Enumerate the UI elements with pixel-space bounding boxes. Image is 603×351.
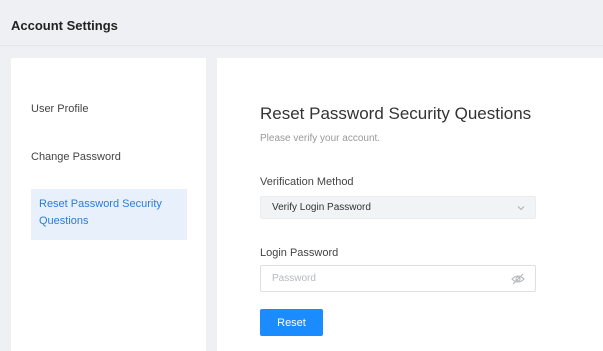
- login-password-label: Login Password: [260, 247, 339, 259]
- page-title: Account Settings: [11, 18, 118, 33]
- sidebar: User Profile Change Password Reset Passw…: [11, 58, 206, 351]
- sidebar-item-change-password[interactable]: Change Password: [31, 149, 187, 166]
- verification-method-value: Verify Login Password: [272, 202, 371, 213]
- sidebar-item-reset-security-questions[interactable]: Reset Password Security Questions: [31, 189, 187, 240]
- sidebar-item-user-profile[interactable]: User Profile: [31, 101, 187, 118]
- eye-off-icon[interactable]: [511, 273, 525, 285]
- chevron-down-icon: [517, 206, 525, 211]
- main-content: Reset Password Security Questions Please…: [217, 58, 603, 351]
- page-header: Account Settings: [0, 0, 603, 46]
- login-password-field: [260, 265, 536, 292]
- reset-button[interactable]: Reset: [260, 309, 323, 336]
- section-title: Reset Password Security Questions: [260, 104, 532, 123]
- section-subtitle: Please verify your account.: [260, 133, 381, 144]
- login-password-input[interactable]: [261, 266, 501, 291]
- verification-method-label: Verification Method: [260, 176, 354, 188]
- verification-method-select[interactable]: Verify Login Password: [260, 196, 536, 219]
